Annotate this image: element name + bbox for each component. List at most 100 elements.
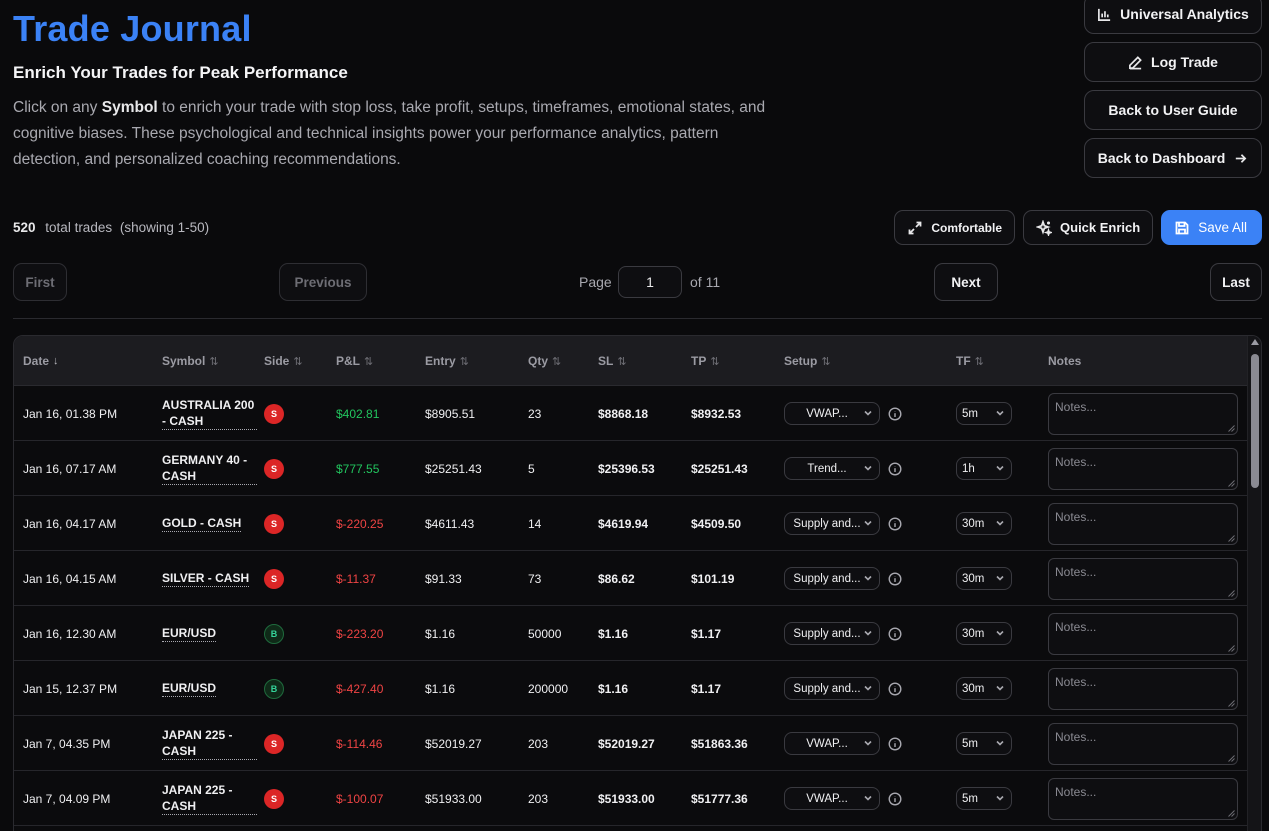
timeframe-select[interactable]: 30m [956, 567, 1012, 590]
resize-grip-icon[interactable] [1228, 534, 1235, 542]
page-total-label: of 11 [690, 274, 721, 290]
table-scrollbar[interactable] [1247, 336, 1261, 831]
sort-icon: ⇅ [617, 355, 627, 368]
trade-entry: $4611.43 [425, 516, 475, 531]
info-icon[interactable] [888, 516, 902, 531]
column-header-setup[interactable]: Setup ⇅ [784, 354, 831, 368]
trade-symbol-cell[interactable]: SILVER - CASH [162, 551, 257, 606]
trade-date: Jan 16, 01.38 PM [23, 406, 118, 421]
timeframe-select[interactable]: 30m [956, 622, 1012, 645]
info-icon[interactable] [888, 571, 902, 586]
back-to-user-guide-button[interactable]: Back to User Guide [1084, 90, 1262, 130]
column-header-qty[interactable]: Qty ⇅ [528, 354, 561, 368]
column-header-tf[interactable]: TF ⇅ [956, 354, 984, 368]
trade-symbol-link[interactable]: EUR/USD [162, 625, 217, 642]
trade-symbol-cell[interactable]: GOLD - CASH [162, 496, 257, 551]
column-header-entry[interactable]: Entry ⇅ [425, 354, 469, 368]
previous-page-button[interactable]: Previous [279, 263, 367, 301]
notes-cell: Notes... [1048, 606, 1238, 661]
header-label-notes: Notes [1048, 354, 1082, 368]
resize-grip-icon[interactable] [1228, 479, 1235, 487]
trade-pnl: $777.55 [336, 461, 380, 476]
setup-select[interactable]: Supply and... [784, 512, 880, 535]
table-row: Jan 7, 04.09 PM JAPAN 225 - CASH S $-100.07… [14, 771, 1248, 826]
back-to-dashboard-button[interactable]: Back to Dashboard [1084, 138, 1262, 178]
comfortable-density-button[interactable]: Comfortable [894, 210, 1016, 245]
trade-symbol-link[interactable]: JAPAN 225 - CASH [162, 782, 257, 815]
total-trades-count: 520 [13, 220, 36, 235]
setup-select[interactable]: VWAP... [784, 787, 880, 810]
notes-textarea[interactable]: Notes... [1048, 557, 1238, 600]
setup-select[interactable]: VWAP... [784, 732, 880, 755]
column-header-date[interactable]: Date ↓ [23, 354, 59, 368]
trade-symbol-cell[interactable]: EUR/USD [162, 606, 257, 661]
timeframe-select[interactable]: 1h [956, 457, 1012, 480]
trade-symbol-link[interactable]: SILVER - CASH [162, 570, 250, 587]
setup-cell: VWAP... [784, 716, 902, 771]
trade-symbol-cell[interactable]: JAPAN 225 - CASH [162, 716, 257, 771]
page-number-input[interactable] [618, 266, 682, 298]
info-icon[interactable] [888, 461, 902, 476]
info-icon[interactable] [888, 791, 902, 806]
trade-symbol-link[interactable]: JAPAN 225 - CASH [162, 727, 257, 760]
info-icon[interactable] [888, 626, 902, 641]
notes-textarea[interactable]: Notes... [1048, 777, 1238, 820]
column-header-pnl[interactable]: P&L ⇅ [336, 354, 373, 368]
info-icon[interactable] [888, 681, 902, 696]
setup-select[interactable]: Supply and... [784, 677, 880, 700]
notes-textarea[interactable]: Notes... [1048, 502, 1238, 545]
trade-symbol-cell[interactable]: AUSTRALIA 200 - CASH [162, 386, 257, 441]
table-row: Jan 16, 04.15 AM SILVER - CASH S $-11.37 $91… [14, 551, 1248, 606]
save-all-button[interactable]: Save All [1161, 210, 1262, 245]
notes-textarea[interactable]: Notes... [1048, 612, 1238, 655]
resize-grip-icon[interactable] [1228, 644, 1235, 652]
info-icon[interactable] [888, 406, 902, 421]
timeframe-select[interactable]: 5m [956, 402, 1012, 425]
sort-icon: ⇅ [552, 355, 562, 368]
column-header-tp[interactable]: TP ⇅ [691, 354, 720, 368]
column-header-sl[interactable]: SL ⇅ [598, 354, 627, 368]
timeframe-select[interactable]: 5m [956, 732, 1012, 755]
table-header: Date ↓ Symbol ⇅ Side ⇅ P&L ⇅ Entry ⇅ Qty ⇅ SL ⇅… [14, 336, 1248, 386]
resize-grip-icon[interactable] [1228, 589, 1235, 597]
universal-analytics-button[interactable]: Universal Analytics [1084, 0, 1262, 34]
notes-textarea[interactable]: Notes... [1048, 392, 1238, 435]
next-page-button[interactable]: Next [934, 263, 998, 301]
setup-select[interactable]: Supply and... [784, 622, 880, 645]
resize-grip-icon[interactable] [1228, 424, 1235, 432]
column-header-symbol[interactable]: Symbol ⇅ [162, 354, 219, 368]
info-icon[interactable] [888, 736, 902, 751]
timeframe-select[interactable]: 30m [956, 512, 1012, 535]
trade-symbol-cell[interactable]: GERMANY 40 - CASH [162, 441, 257, 496]
trade-entry: $1.16 [425, 681, 456, 696]
notes-textarea[interactable]: Notes... [1048, 667, 1238, 710]
setup-select[interactable]: Supply and... [784, 567, 880, 590]
scroll-up-icon[interactable] [1251, 339, 1259, 345]
resize-grip-icon[interactable] [1228, 754, 1235, 762]
side-badge: B [264, 623, 284, 644]
table-row: Jan 16, 01.38 PM AUSTRALIA 200 - CASH S $40… [14, 386, 1248, 441]
scrollbar-thumb[interactable] [1251, 354, 1259, 488]
timeframe-select[interactable]: 30m [956, 677, 1012, 700]
trade-symbol-link[interactable]: AUSTRALIA 200 - CASH [162, 397, 257, 430]
trade-symbol-link[interactable]: GERMANY 40 - CASH [162, 452, 257, 485]
notes-textarea[interactable]: Notes... [1048, 722, 1238, 765]
trade-symbol-link[interactable]: EUR/USD [162, 680, 217, 697]
trade-symbol-cell[interactable]: EUR/USD [162, 661, 257, 716]
chevron-down-icon [996, 465, 1004, 471]
resize-grip-icon[interactable] [1228, 809, 1235, 817]
first-page-button[interactable]: First [13, 263, 67, 301]
log-trade-button[interactable]: Log Trade [1084, 42, 1262, 82]
trade-symbol-link[interactable]: GOLD - CASH [162, 515, 242, 532]
setup-select[interactable]: VWAP... [784, 402, 880, 425]
column-header-side[interactable]: Side ⇅ [264, 354, 303, 368]
quick-enrich-button[interactable]: Quick Enrich [1023, 210, 1154, 245]
header-label-tp: TP [691, 354, 707, 368]
timeframe-select[interactable]: 5m [956, 787, 1012, 810]
resize-grip-icon[interactable] [1228, 699, 1235, 707]
last-page-button[interactable]: Last [1210, 263, 1262, 301]
description-prefix: Click on any [13, 99, 102, 116]
trade-symbol-cell[interactable]: JAPAN 225 - CASH [162, 771, 257, 826]
setup-select[interactable]: Trend... [784, 457, 880, 480]
notes-textarea[interactable]: Notes... [1048, 447, 1238, 490]
